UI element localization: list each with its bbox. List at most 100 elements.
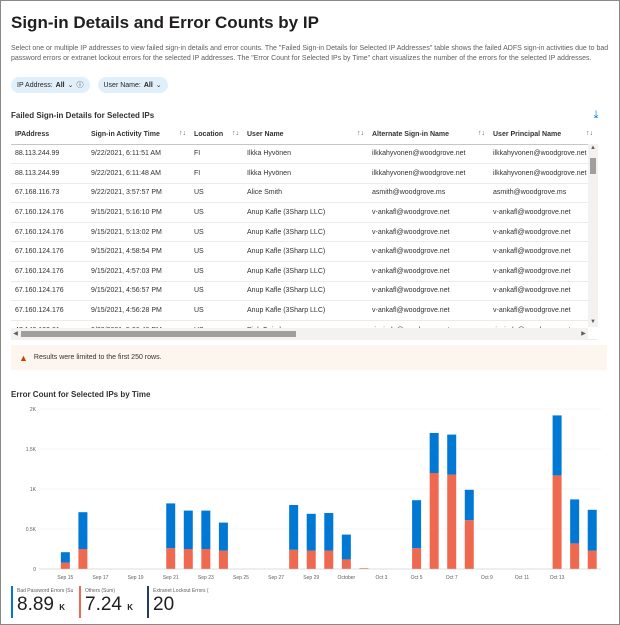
column-header[interactable]: Alternate Sign-in Name ↑↓ <box>368 125 489 145</box>
x-tick-label: Sep 17 <box>93 575 109 581</box>
table-cell: v-ankafl@woodgrove.net <box>368 202 489 223</box>
chart-bar <box>60 552 70 563</box>
table-cell: 9/15/2021, 5:13:02 PM <box>87 222 190 243</box>
table-cell: 88.113.244.99 <box>11 144 87 165</box>
table-cell: FI <box>190 144 243 165</box>
table-title: Failed Sign-in Details for Selected IPs <box>11 111 155 120</box>
table-row[interactable]: 67.160.124.176 9/15/2021, 4:56:28 PM US Anu… <box>11 300 597 321</box>
table-row[interactable]: 67.160.124.176 9/15/2021, 4:56:57 PM US Anu… <box>11 281 597 302</box>
y-tick-label: 0 <box>33 567 36 573</box>
chart-bar <box>447 434 457 475</box>
x-tick-label: Sep 23 <box>198 575 214 581</box>
chart-bar <box>166 503 176 549</box>
info-icon[interactable]: ⓘ <box>77 80 84 90</box>
chart-bar <box>78 512 88 549</box>
scroll-right-icon[interactable]: ▶ <box>579 328 588 340</box>
legend-extranet-lockout[interactable]: Extranet Lockout Errors (S... 20 <box>147 586 209 618</box>
table-cell: 9/15/2021, 4:58:54 PM <box>87 241 190 263</box>
sort-icon[interactable]: ↑↓ <box>357 130 364 137</box>
table-cell: v-ankafl@woodgrove.net <box>368 241 489 263</box>
sort-icon[interactable]: ↑↓ <box>179 130 186 137</box>
scroll-down-icon[interactable]: ▼ <box>588 318 598 327</box>
table-cell: 9/22/2021, 6:11:48 AM <box>87 163 190 184</box>
table-row[interactable]: 67.168.116.73 9/22/2021, 3:57:57 PM US Alic… <box>11 183 597 204</box>
chart-title: Error Count for Selected IPs by Time <box>11 390 151 399</box>
x-tick-label: Sep 19 <box>128 575 144 581</box>
sort-icon[interactable]: ↑↓ <box>478 130 485 137</box>
table-cell: v-ankafl@woodgrove.net <box>489 300 597 321</box>
table-cell: asmith@woodgrove.ms <box>489 183 597 204</box>
table-vertical-scrollbar[interactable]: ▲ ▼ <box>588 144 598 327</box>
scroll-left-icon[interactable]: ◀ <box>11 328 20 340</box>
column-header[interactable]: IPAddress <box>11 125 87 145</box>
table-cell: ilkkahyvonen@woodgrove.net <box>368 163 489 184</box>
column-header[interactable]: Sign-in Activity Time ↑↓ <box>87 125 190 145</box>
x-tick-label: October <box>337 575 355 581</box>
table-cell: 9/22/2021, 6:11:51 AM <box>87 144 190 165</box>
x-tick-label: Oct 5 <box>411 575 423 581</box>
table-cell: v-ankafl@woodgrove.net <box>368 261 489 282</box>
table-cell: Anup Kafle (3Sharp LLC) <box>243 281 368 302</box>
table-cell: 88.113.244.99 <box>11 163 87 184</box>
user-filter-label: User Name: <box>103 81 141 89</box>
table-cell: 9/15/2021, 4:56:28 PM <box>87 300 190 321</box>
y-tick-label: 1.5K <box>26 447 37 453</box>
table-cell: Anup Kafle (3Sharp LLC) <box>243 202 368 223</box>
chart-bar <box>447 474 457 569</box>
chart-bar <box>183 549 193 569</box>
chart-bar <box>218 550 228 569</box>
scroll-up-icon[interactable]: ▲ <box>588 144 598 153</box>
table-row[interactable]: 67.160.124.176 9/15/2021, 4:57:03 PM US Anu… <box>11 261 597 282</box>
filter-bar: IP Address: All ⌄ ⓘ User Name: All ⌄ <box>11 77 168 93</box>
table-cell: 9/22/2021, 3:57:57 PM <box>87 183 190 204</box>
table-cell: US <box>190 183 243 204</box>
user-name-filter[interactable]: User Name: All ⌄ <box>97 77 168 93</box>
table-cell: US <box>190 300 243 321</box>
workbook-frame: Sign-in Details and Error Counts by IP S… <box>0 0 620 625</box>
y-tick-label: 2K <box>30 407 37 413</box>
page-title: Sign-in Details and Error Counts by IP <box>11 13 319 32</box>
table-row[interactable]: 67.160.124.176 9/15/2021, 5:13:02 PM US Anu… <box>11 222 597 243</box>
legend-value: 20 <box>153 594 175 615</box>
page-description: Select one or multiple IP addresses to v… <box>11 45 609 62</box>
column-header[interactable]: Location ↑↓ <box>190 125 243 145</box>
table-cell: v-ankafl@woodgrove.net <box>489 241 597 263</box>
sort-icon[interactable]: ↑↓ <box>232 130 239 137</box>
table-cell: US <box>190 202 243 223</box>
table-cell: v-ankafl@woodgrove.net <box>489 261 597 282</box>
table-horizontal-scrollbar[interactable]: ◀ ▶ <box>11 328 588 340</box>
table-row[interactable]: 67.160.124.176 9/15/2021, 5:16:10 PM US Anu… <box>11 202 597 223</box>
x-tick-label: Oct 13 <box>550 575 565 581</box>
table-cell: 67.160.124.176 <box>11 261 87 282</box>
ip-address-filter[interactable]: IP Address: All ⌄ ⓘ <box>11 77 90 93</box>
column-header[interactable]: User Name ↑↓ <box>243 125 368 145</box>
sort-icon[interactable]: ↑↓ <box>586 130 593 137</box>
chart-bar <box>201 549 211 569</box>
legend-bad-password[interactable]: Bad Password Errors (Sum) 8.89 K <box>11 586 73 618</box>
ip-filter-label: IP Address: <box>17 81 53 89</box>
table-cell: 67.168.116.73 <box>11 183 87 204</box>
error-count-chart: 0 0.5K 1K 1.5K 2K Sep 15 Sep 17 Sep 19 Sep 21 Sep… <box>11 401 607 583</box>
scroll-thumb[interactable] <box>21 331 296 337</box>
legend-unit: K <box>127 603 134 612</box>
table-row[interactable]: 88.113.244.99 9/22/2021, 6:11:48 AM FI Ilkk… <box>11 163 597 184</box>
scroll-thumb[interactable] <box>590 158 596 174</box>
chart-bar <box>341 534 351 560</box>
table-cell: 67.160.124.176 <box>11 300 87 321</box>
chart-bar <box>464 520 474 569</box>
chart-bar <box>587 509 597 551</box>
chart-bar <box>412 500 422 549</box>
table-cell: US <box>190 241 243 263</box>
chart-bar <box>218 522 228 551</box>
x-tick-label: Sep 27 <box>268 575 284 581</box>
legend-others[interactable]: Others (Sum) 7.24 K <box>79 586 141 618</box>
x-tick-label: Sep 25 <box>233 575 249 581</box>
chart-bar <box>412 548 422 569</box>
chart-bar <box>289 505 299 550</box>
column-header[interactable]: User Principal Name ↑↓ <box>489 125 597 145</box>
table-row[interactable]: 67.160.124.176 9/15/2021, 4:58:54 PM US Anu… <box>11 241 597 263</box>
x-tick-label: Sep 21 <box>163 575 179 581</box>
table-row[interactable]: 88.113.244.99 9/22/2021, 6:11:51 AM FI Ilkk… <box>11 144 597 165</box>
download-icon[interactable]: ⤓ <box>591 109 601 121</box>
x-tick-label: Oct 3 <box>375 575 387 581</box>
